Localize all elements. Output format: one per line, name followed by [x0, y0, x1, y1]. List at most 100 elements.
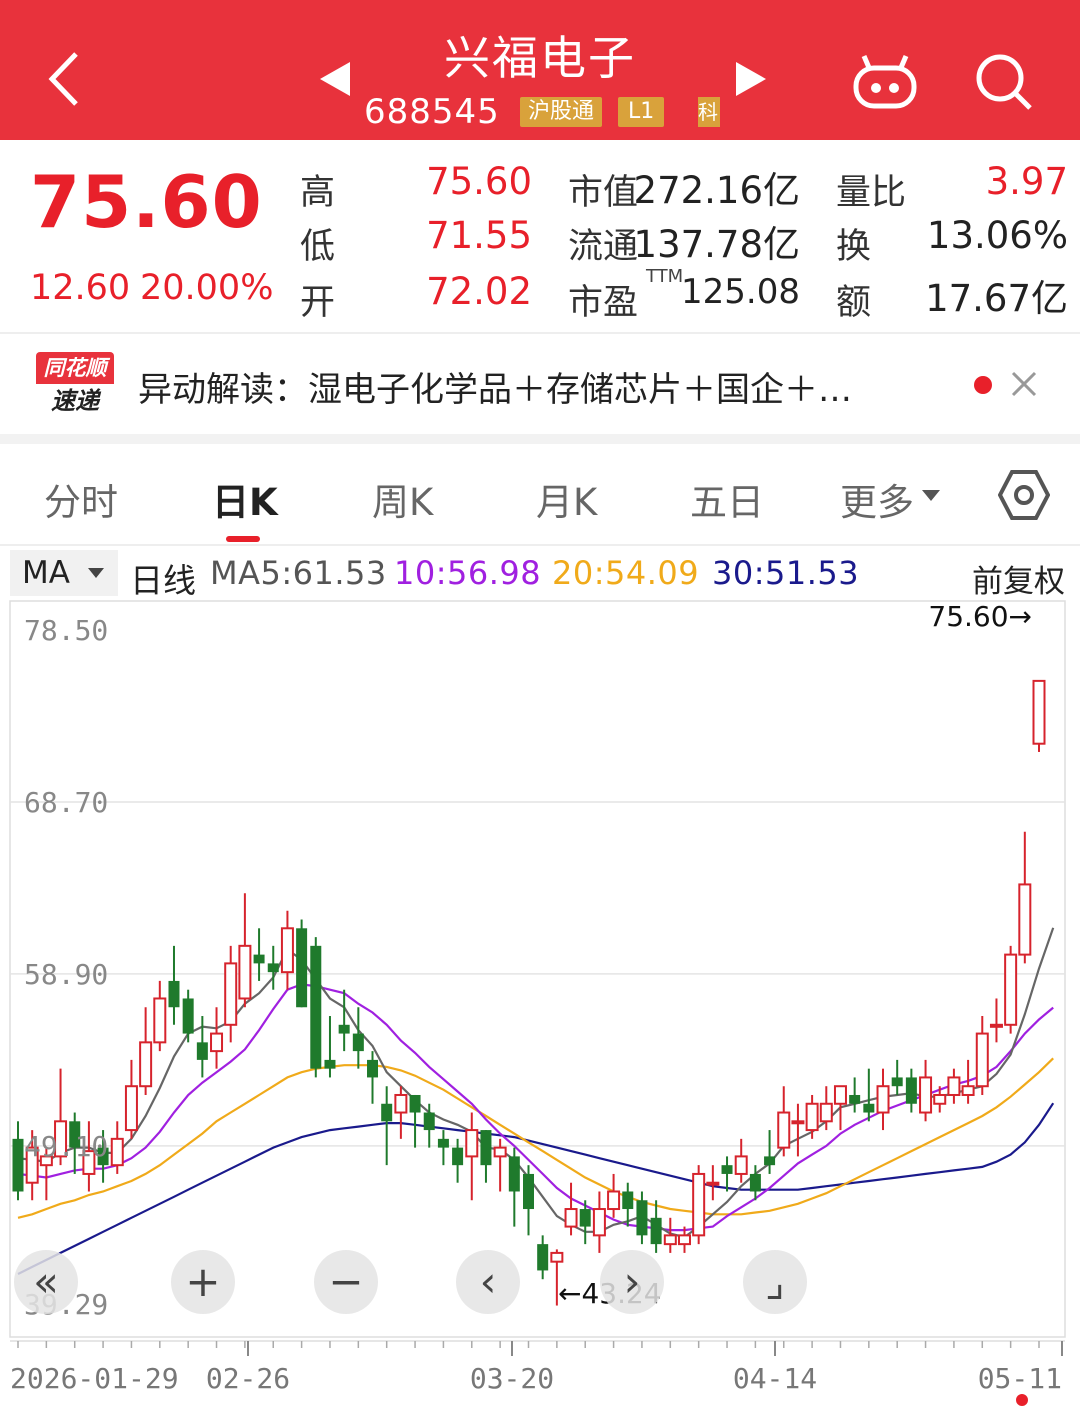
candle [650, 1200, 662, 1253]
candle [1032, 679, 1046, 752]
candle [238, 893, 252, 1008]
candle [493, 1138, 507, 1192]
candle-body [1032, 679, 1046, 745]
current-date-dot-icon [1016, 1394, 1028, 1406]
candle [863, 1068, 875, 1122]
candle-body [394, 1093, 408, 1114]
y-tick-label: 49.10 [24, 1130, 108, 1163]
x-tick-label: 04-14 [733, 1362, 817, 1395]
chevron-down-icon [88, 568, 104, 578]
candle-body [238, 944, 252, 1000]
candle-body [437, 1138, 449, 1148]
candle-body [650, 1217, 662, 1245]
candle-body [863, 1103, 875, 1113]
float-cap-label: 流通 [568, 227, 639, 267]
candle [706, 1165, 720, 1201]
candle-body [267, 963, 279, 973]
search-icon[interactable] [972, 50, 1034, 112]
candle-body [493, 1146, 507, 1158]
assistant-robot-icon[interactable] [850, 50, 920, 112]
candle-body [975, 1032, 989, 1088]
candle-body [805, 1102, 819, 1132]
candle-body [677, 1234, 691, 1246]
candle [663, 1217, 677, 1253]
candle [849, 1077, 861, 1113]
candle-body [919, 1076, 933, 1114]
candle [537, 1235, 549, 1280]
candle-body [537, 1244, 549, 1271]
candle [196, 1016, 208, 1078]
section-gap [0, 434, 1080, 444]
open-value: 72.02 [426, 270, 532, 313]
fullscreen-button[interactable]: ⌟ [743, 1250, 807, 1314]
candle [876, 1068, 890, 1131]
pan-left-button[interactable]: ‹ [456, 1250, 520, 1314]
candle [891, 1059, 903, 1095]
star-market-badge: 科 [698, 97, 720, 127]
float-cap-value: 137.78亿 [633, 223, 800, 266]
candle [437, 1130, 449, 1166]
open-label: 开 [300, 283, 336, 323]
market-cap-label: 市值 [568, 173, 639, 213]
pe-label: 市盈 [568, 283, 639, 323]
high-value: 75.60 [426, 160, 532, 203]
candle [367, 1051, 379, 1104]
candle-body [523, 1173, 534, 1210]
candle-body [182, 998, 194, 1034]
period-label: 日线 [130, 561, 196, 600]
more-dropdown-icon[interactable] [922, 490, 940, 501]
news-headline[interactable]: 异动解读：湿电子化学品＋存储芯片＋国企＋… [138, 362, 852, 411]
candle [352, 1007, 364, 1069]
market-cap-value: 272.16亿 [633, 169, 800, 212]
candle [607, 1173, 621, 1218]
candle [508, 1147, 520, 1227]
price-adjust-toggle[interactable]: 前复权 [972, 556, 1065, 601]
tab-more[interactable]: 更多 [840, 472, 914, 526]
next-stock-icon[interactable] [734, 60, 768, 98]
candle-body [324, 1059, 336, 1069]
zoom-in-button[interactable]: + [171, 1250, 235, 1314]
candle [310, 937, 322, 1078]
volume-ratio-label: 量比 [836, 173, 907, 213]
tab-monthly-k[interactable]: 月K [536, 472, 597, 526]
x-tick-label: 03-20 [470, 1362, 554, 1395]
candle [224, 945, 238, 1043]
level1-badge: L1 [618, 97, 665, 127]
candle-body [224, 962, 238, 1026]
candle-body [749, 1173, 761, 1192]
candle-body [764, 1156, 776, 1166]
candle-body [706, 1181, 720, 1186]
candle-body [196, 1042, 208, 1060]
tab-weekly-k[interactable]: 周K [372, 472, 433, 526]
candle-body [692, 1172, 706, 1237]
current-price: 75.60 [30, 160, 263, 244]
previous-stock-icon[interactable] [318, 60, 352, 98]
x-tick-label: 05-11 [978, 1362, 1062, 1395]
candle [1004, 945, 1018, 1034]
candle [947, 1068, 961, 1104]
kline-chart[interactable]: 78.5068.7058.9049.1039.292026-01-2902-26… [0, 596, 1080, 1423]
candle [989, 998, 1003, 1043]
candle [296, 919, 308, 1008]
low-value: 71.55 [426, 214, 532, 257]
ths-logo-bottom: 速递 [51, 387, 99, 415]
candle [253, 928, 265, 981]
y-tick-label: 58.90 [24, 958, 108, 991]
close-icon[interactable] [1010, 370, 1038, 398]
candle [636, 1191, 648, 1245]
pe-value: 125.08 [681, 272, 800, 312]
pan-right-button[interactable]: › [600, 1250, 664, 1314]
zoom-out-button[interactable]: − [314, 1250, 378, 1314]
tab-five-day[interactable]: 五日 [690, 472, 764, 526]
candle-body [139, 1041, 153, 1088]
tab-intraday[interactable]: 分时 [44, 472, 118, 526]
candle-body [636, 1200, 648, 1236]
candle-body [310, 945, 322, 1069]
scroll-left-button[interactable]: « [14, 1250, 78, 1314]
settings-hex-icon[interactable] [998, 468, 1050, 522]
tab-daily-k[interactable]: 日K [212, 472, 278, 526]
candle-body [465, 1129, 479, 1158]
axis-labels: 78.5068.7058.9049.1039.292026-01-2902-26… [10, 600, 1065, 1395]
chart-grid [9, 600, 1066, 1338]
amount-label: 额 [836, 283, 872, 323]
